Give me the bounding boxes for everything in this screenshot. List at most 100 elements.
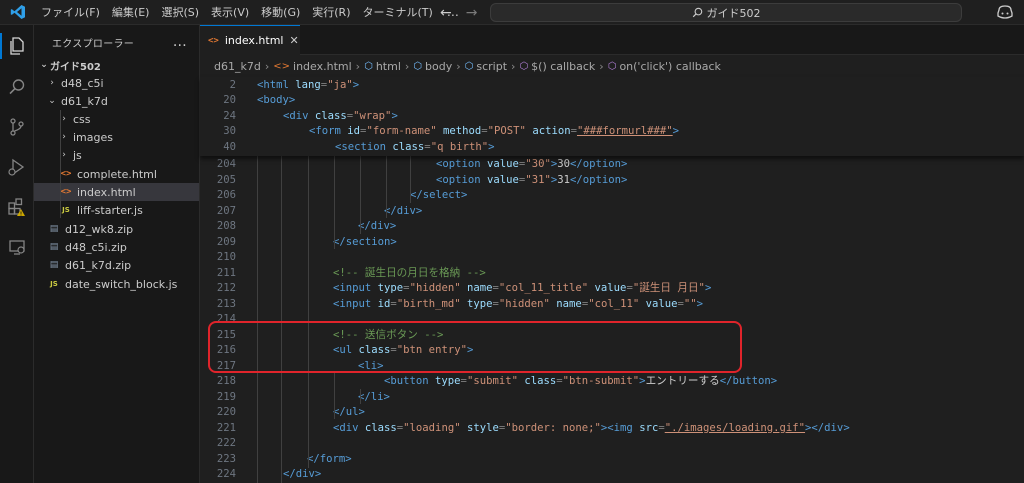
remote-explorer-icon[interactable]	[0, 230, 34, 264]
line-number: 24	[223, 109, 236, 122]
breadcrumb-item[interactable]: $() callback	[531, 60, 595, 73]
code-line: 2 <html lang="ja">	[200, 78, 1024, 94]
code-token: >	[696, 297, 704, 310]
breadcrumb-item[interactable]: html	[376, 60, 401, 73]
line-number: 205	[216, 173, 236, 186]
tree-item[interactable]: JS liff-starter.js	[34, 201, 199, 219]
code-token: <!-- 誕生日の月日を格納 -->	[333, 266, 486, 279]
line-number: 207	[216, 204, 236, 217]
tab-index-html[interactable]: <> index.html ✕	[200, 25, 300, 55]
tree-item-label: d48_c5i	[61, 76, 104, 90]
explorer-title: エクスプローラー	[52, 38, 135, 50]
tree-item-label: css	[73, 112, 91, 126]
chevron-right-icon: ›	[456, 59, 461, 73]
code-token: "border: none;"	[505, 421, 601, 434]
code-token: <button	[384, 375, 436, 387]
line-number: 204	[216, 158, 236, 170]
close-icon[interactable]: ✕	[290, 34, 299, 47]
indent-guide	[257, 156, 258, 483]
tree-item[interactable]: › css	[34, 110, 199, 128]
tree-item[interactable]: › js	[34, 146, 199, 164]
tree-item-label: index.html	[77, 185, 136, 199]
tree-item[interactable]: JS date_switch_block.js	[34, 275, 199, 293]
code-token: </section>	[333, 235, 397, 248]
extensions-icon[interactable]: !	[0, 190, 34, 224]
code-line: 205 <option value="31">31</option>	[200, 173, 1024, 189]
tree-item-label: d61_k7d	[61, 94, 108, 108]
tree-item-label: d48_c5i.zip	[65, 240, 127, 254]
code-line: 220 </ul>	[200, 405, 1024, 421]
code-line: 223 </form>	[200, 452, 1024, 468]
breadcrumb-item[interactable]: on('click') callback	[619, 60, 720, 73]
menu-item-1[interactable]: 編集(E)	[106, 0, 156, 25]
code-token: </div>	[283, 468, 322, 480]
chevron-down-icon: ⌄	[48, 96, 56, 106]
forward-arrow-icon[interactable]: →	[466, 5, 478, 21]
code-token: </div>	[358, 220, 397, 232]
code-token: "form-name"	[366, 125, 443, 137]
code-token: ><img	[600, 421, 640, 434]
code-line: 210	[200, 250, 1024, 266]
breadcrumb-item[interactable]: index.html	[293, 60, 352, 73]
code-text: </ul>	[333, 405, 365, 421]
code-token: 30	[557, 158, 570, 170]
element-icon: ⬡	[364, 60, 373, 72]
code-text: <form id="form-name" method="POST" actio…	[309, 124, 679, 140]
source-control-icon[interactable]	[0, 110, 34, 144]
code-token: <form	[309, 125, 348, 137]
breadcrumb-item[interactable]: d61_k7d	[214, 60, 261, 73]
tree-item-label: js	[73, 148, 82, 162]
code-token: "wrap"	[353, 109, 392, 122]
chevron-down-icon: ⌄	[40, 60, 48, 70]
breadcrumb-item[interactable]: body	[425, 60, 452, 73]
highlight-annotation-box	[208, 321, 742, 373]
breadcrumb-item[interactable]: script	[476, 60, 507, 73]
tree-item[interactable]: ▤ d48_c5i.zip	[34, 238, 199, 256]
menu-item-6[interactable]: ターミナル(T)	[357, 0, 439, 25]
code-token: ></div>	[805, 421, 850, 434]
menu-item-5[interactable]: 実行(R)	[306, 0, 356, 25]
code-token: >	[488, 140, 495, 153]
back-arrow-icon[interactable]: ←	[440, 5, 452, 21]
code-line: 224 </div>	[200, 467, 1024, 483]
tree-item-label: complete.html	[77, 167, 157, 181]
editor-group: <> index.html ✕ d61_k7d › <> index.html › ⬡ ht…	[200, 25, 1024, 483]
tree-item[interactable]: ▤ d12_wk8.zip	[34, 220, 199, 238]
code-token: value	[487, 158, 519, 170]
tree-root-label: ガイド502	[50, 61, 101, 73]
vscode-logo-icon	[0, 0, 35, 25]
code-token: id	[347, 125, 361, 137]
code-line: 24 <div class="wrap">	[200, 109, 1024, 125]
command-center-search[interactable]: ガイド502	[490, 3, 962, 22]
indent-guide	[334, 373, 335, 419]
tree-item[interactable]: ▤ d61_k7d.zip	[34, 256, 199, 274]
breadcrumb: d61_k7d › <> index.html › ⬡ html › ⬡ body › ⬡ script…	[200, 55, 1024, 77]
run-debug-icon[interactable]	[0, 150, 34, 184]
tree-root-folder[interactable]: ⌄ ガイド502	[34, 56, 199, 74]
tree-item[interactable]: <> complete.html	[34, 165, 199, 183]
function-icon: ⬡	[607, 60, 617, 72]
code-token: <option	[436, 173, 488, 186]
explorer-more-button[interactable]: …	[173, 34, 187, 50]
menu-item-2[interactable]: 選択(S)	[155, 0, 205, 25]
menu-item-0[interactable]: ファイル(F)	[35, 0, 106, 25]
code-text: </div>	[358, 219, 396, 235]
search-icon[interactable]	[0, 70, 34, 104]
code-editor[interactable]: 2 <html lang="ja"> 20 <body> 24 <div class="w…	[200, 77, 1024, 483]
zip-file-icon: ▤	[49, 224, 59, 234]
explorer-icon[interactable]	[0, 29, 34, 63]
line-number: 209	[216, 235, 236, 248]
code-token: src	[639, 421, 659, 434]
code-token: </li>	[358, 390, 390, 403]
code-token: "birth_md"	[396, 297, 467, 310]
menu-item-3[interactable]: 表示(V)	[205, 0, 255, 25]
tree-item[interactable]: › images	[34, 128, 199, 146]
line-number: 30	[223, 125, 236, 137]
copilot-icon[interactable]	[996, 4, 1014, 21]
line-number: 222	[216, 437, 236, 449]
tree-item[interactable]: <> index.html	[34, 183, 199, 201]
menu-item-4[interactable]: 移動(G)	[255, 0, 306, 25]
code-text: </div>	[384, 204, 422, 220]
tree-item[interactable]: › d48_c5i	[34, 74, 199, 92]
tree-item[interactable]: ⌄ d61_k7d	[34, 92, 199, 110]
